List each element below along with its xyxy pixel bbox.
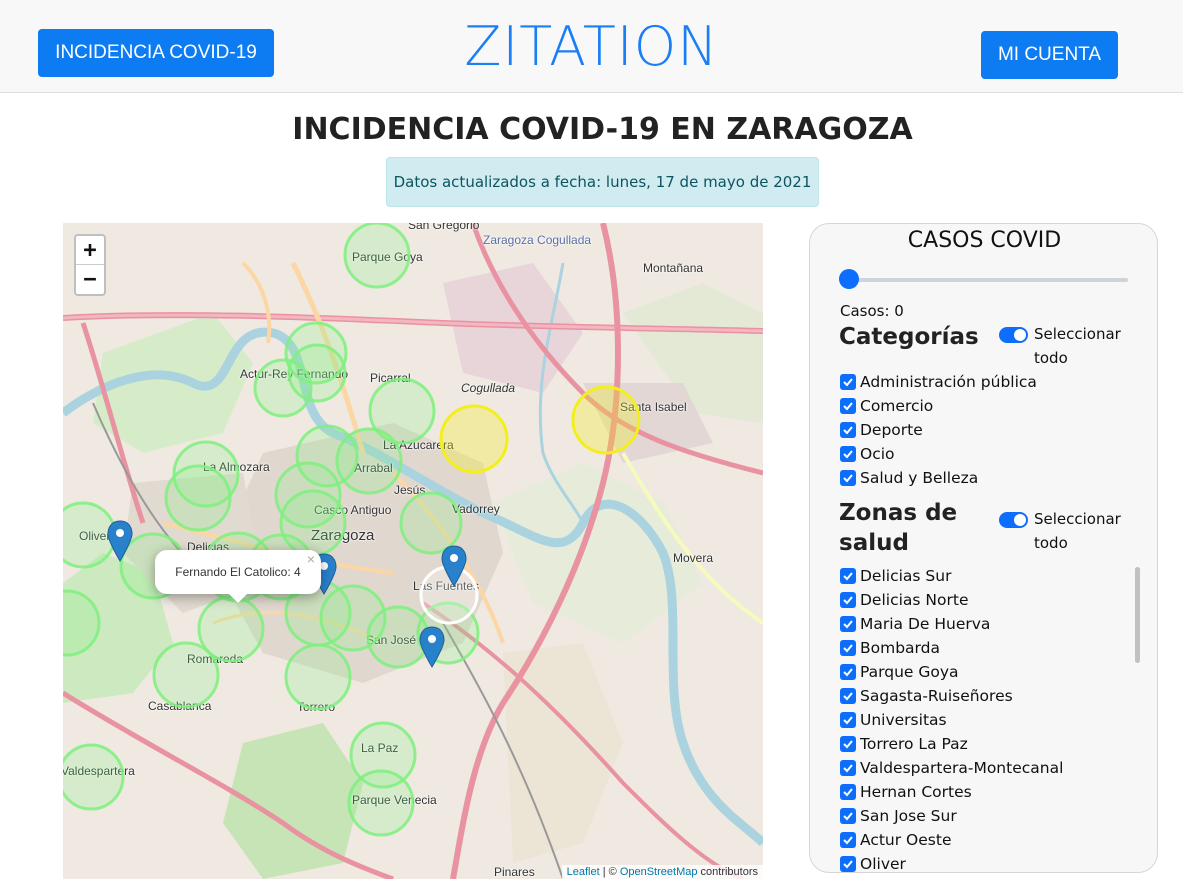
incidencia-covid-button[interactable]: INCIDENCIA COVID-19 [38, 29, 274, 77]
checkbox-checked-icon[interactable] [840, 374, 856, 390]
incidence-circle [343, 223, 411, 289]
zones-select-all-label: Seleccionar todo [1034, 510, 1121, 552]
zones-title: Zonas de salud [839, 500, 958, 556]
attribution-suffix: contributors [697, 866, 758, 878]
checkbox-checked-icon[interactable] [840, 640, 856, 656]
zones-select-all-toggle[interactable] [999, 512, 1028, 528]
popup-close-icon[interactable]: × [307, 551, 315, 567]
filter-panel: CASOS COVID Casos: 0 Categorías Seleccio… [809, 223, 1158, 873]
checkbox-checked-icon[interactable] [840, 736, 856, 752]
incidence-circle-high [571, 385, 641, 455]
zone-item[interactable]: Delicias Sur [840, 564, 1063, 588]
checkbox-checked-icon[interactable] [840, 398, 856, 414]
attribution-separator: | © [599, 866, 620, 878]
categories-title: Categorías [839, 324, 979, 350]
checkbox-checked-icon[interactable] [840, 856, 856, 872]
cases-value-label: Casos: 0 [840, 302, 904, 320]
incidence-circle [253, 358, 313, 418]
zoom-control: + − [74, 234, 106, 296]
zone-item[interactable]: Maria De Huerva [840, 612, 1063, 636]
checkbox-checked-icon[interactable] [840, 616, 856, 632]
zone-item[interactable]: San Jose Sur [840, 804, 1063, 828]
categories-select-all-label: Seleccionar todo [1034, 325, 1121, 367]
checkbox-checked-icon[interactable] [840, 446, 856, 462]
checkbox-checked-icon[interactable] [840, 664, 856, 680]
zoom-out-button[interactable]: − [76, 265, 104, 294]
incidence-circle [63, 501, 117, 569]
incidence-circle [399, 491, 463, 555]
zone-item[interactable]: Valdespartera-Montecanal [840, 756, 1063, 780]
categories-list: Administración pública Comercio Deporte … [840, 370, 1037, 490]
zones-list: Delicias Sur Delicias Norte Maria De Hue… [840, 564, 1063, 872]
category-item[interactable]: Salud y Belleza [840, 466, 1037, 490]
zone-item[interactable]: Oliver [840, 852, 1063, 872]
checkbox-checked-icon[interactable] [840, 808, 856, 824]
checkbox-checked-icon[interactable] [840, 712, 856, 728]
incidence-circle [284, 643, 352, 711]
checkbox-checked-icon[interactable] [840, 592, 856, 608]
map-popup: Fernando El Catolico: 4 × [155, 550, 321, 603]
incidence-circle [152, 641, 220, 709]
top-navbar: ZITATION INCIDENCIA COVID-19 MI CUENTA [0, 0, 1183, 93]
leaflet-link[interactable]: Leaflet [567, 866, 600, 878]
incidence-circle [63, 743, 125, 811]
zone-item[interactable]: Delicias Norte [840, 588, 1063, 612]
checkbox-checked-icon[interactable] [840, 832, 856, 848]
map-attribution: Leaflet | © OpenStreetMap contributors [561, 865, 763, 879]
checkbox-checked-icon[interactable] [840, 470, 856, 486]
checkbox-checked-icon[interactable] [840, 688, 856, 704]
mi-cuenta-button[interactable]: MI CUENTA [981, 31, 1118, 79]
zones-scrollbar[interactable] [1135, 567, 1140, 663]
incidence-circle-high [439, 404, 509, 474]
update-date-alert: Datos actualizados a fecha: lunes, 17 de… [386, 157, 819, 207]
zone-item[interactable]: Actur Oeste [840, 828, 1063, 852]
zone-item[interactable]: Hernan Cortes [840, 780, 1063, 804]
checkbox-checked-icon[interactable] [840, 760, 856, 776]
category-item[interactable]: Ocio [840, 442, 1037, 466]
incidence-circle [63, 589, 101, 657]
category-item[interactable]: Administración pública [840, 370, 1037, 394]
map-container[interactable]: San Gregorio Zaragoza Cogullada Parque G… [63, 223, 763, 879]
checkbox-checked-icon[interactable] [840, 422, 856, 438]
incidence-circle [164, 464, 232, 532]
cases-slider-track[interactable] [840, 278, 1128, 282]
category-item[interactable]: Comercio [840, 394, 1037, 418]
zone-item[interactable]: Bombarda [840, 636, 1063, 660]
zone-item[interactable]: Torrero La Paz [840, 732, 1063, 756]
category-item[interactable]: Deporte [840, 418, 1037, 442]
checkbox-checked-icon[interactable] [840, 784, 856, 800]
zone-item[interactable]: Sagasta-Ruiseñores [840, 684, 1063, 708]
page-title: INCIDENCIA COVID-19 EN ZARAGOZA [292, 112, 913, 147]
zone-item[interactable]: Parque Goya [840, 660, 1063, 684]
osm-link[interactable]: OpenStreetMap [620, 866, 698, 878]
zoom-in-button[interactable]: + [76, 236, 104, 265]
checkbox-checked-icon[interactable] [840, 568, 856, 584]
zone-item[interactable]: Universitas [840, 708, 1063, 732]
incidence-circle [347, 769, 415, 837]
categories-select-all-toggle[interactable] [999, 327, 1028, 343]
cases-slider-thumb[interactable] [839, 269, 859, 289]
popup-text: Fernando El Catolico: 4 [175, 565, 301, 579]
panel-title: CASOS COVID [907, 228, 1062, 253]
